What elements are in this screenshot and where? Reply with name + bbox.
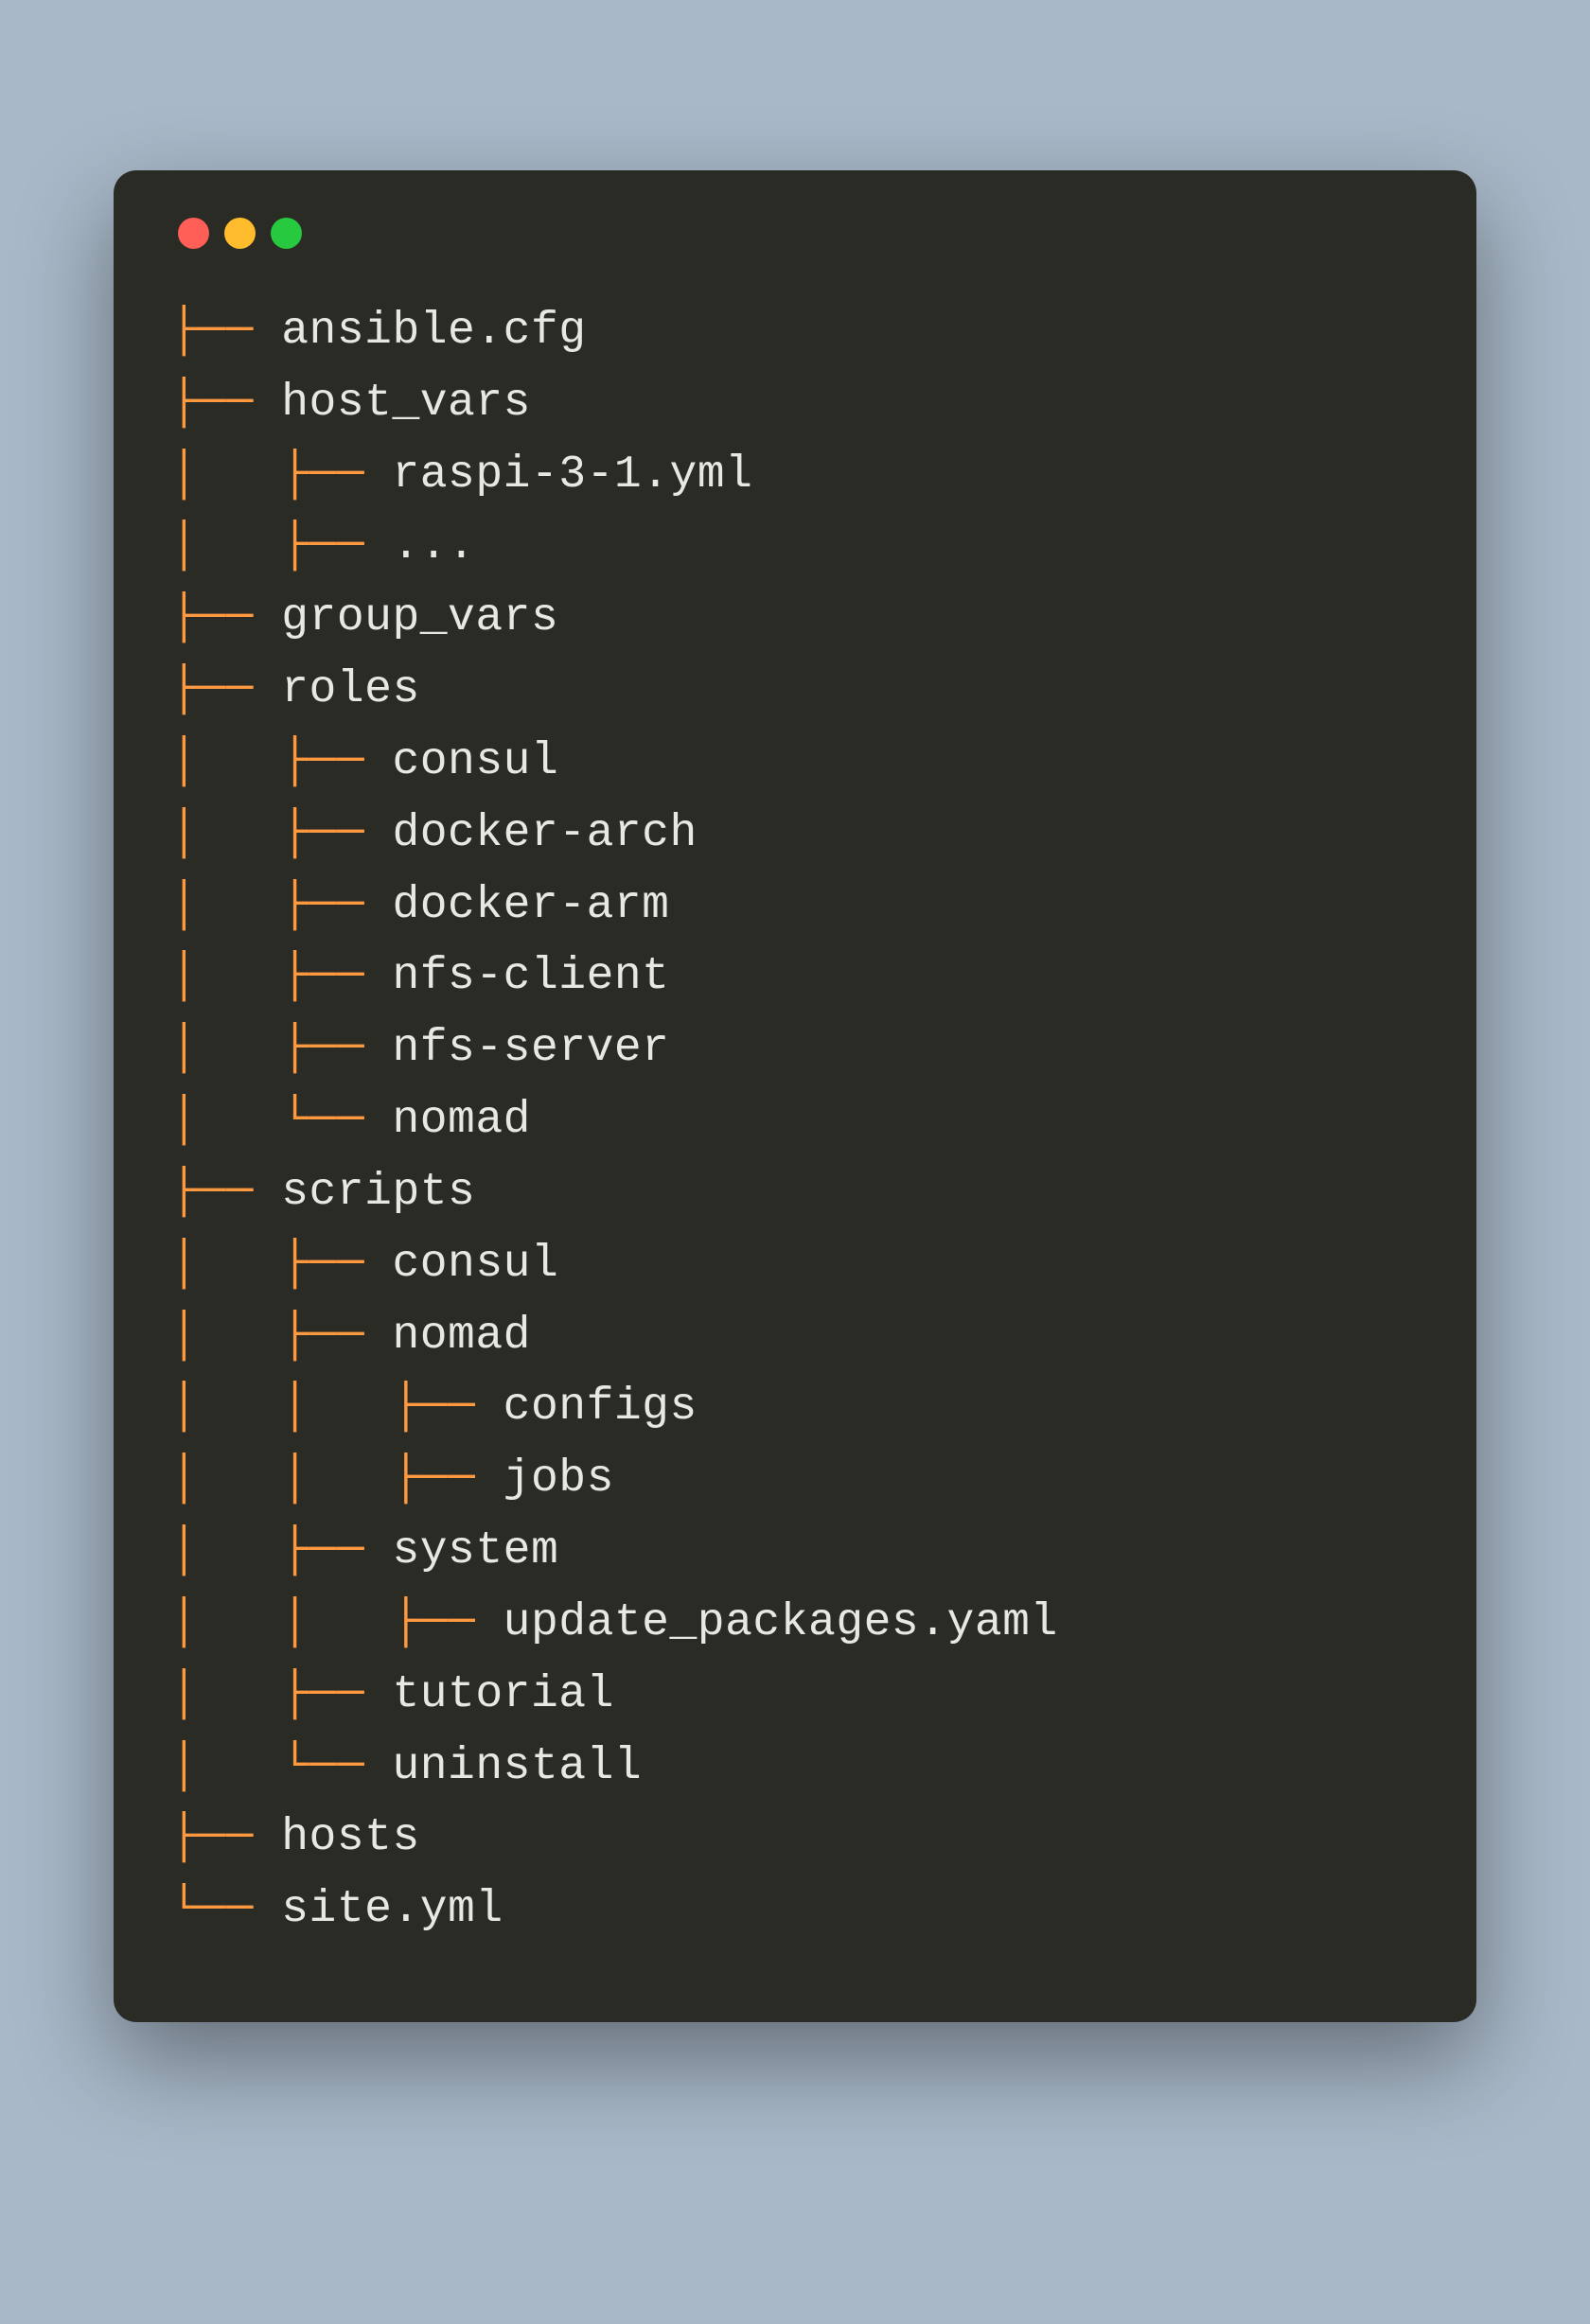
tree-row: │ └── uninstall bbox=[170, 1732, 1420, 1804]
tree-branch-prefix: └── bbox=[170, 1884, 281, 1935]
tree-row: ├── roles bbox=[170, 655, 1420, 727]
tree-item-name: consul bbox=[392, 1239, 558, 1290]
tree-row: │ │ ├── jobs bbox=[170, 1444, 1420, 1516]
tree-branch-prefix: │ ├── bbox=[170, 1311, 392, 1362]
tree-item-name: group_vars bbox=[281, 592, 558, 643]
tree-item-name: ansible.cfg bbox=[281, 306, 586, 357]
tree-item-name: jobs bbox=[504, 1453, 614, 1505]
tree-item-name: nfs-server bbox=[392, 1023, 669, 1074]
tree-branch-prefix: │ └── bbox=[170, 1741, 392, 1792]
tree-branch-prefix: │ ├── bbox=[170, 808, 392, 859]
tree-item-name: scripts bbox=[281, 1167, 475, 1218]
tree-item-name: docker-arm bbox=[392, 880, 669, 931]
tree-row: │ │ ├── configs bbox=[170, 1372, 1420, 1444]
tree-row: │ ├── consul bbox=[170, 727, 1420, 799]
tree-branch-prefix: │ ├── bbox=[170, 951, 392, 1002]
tree-branch-prefix: │ ├── bbox=[170, 1239, 392, 1290]
tree-row: ├── host_vars bbox=[170, 368, 1420, 440]
tree-row: │ │ ├── update_packages.yaml bbox=[170, 1588, 1420, 1660]
maximize-icon[interactable] bbox=[271, 218, 302, 249]
tree-branch-prefix: │ ├── bbox=[170, 736, 392, 787]
tree-branch-prefix: │ │ ├── bbox=[170, 1597, 504, 1648]
tree-row: │ ├── raspi-3-1.yml bbox=[170, 440, 1420, 512]
tree-row: │ ├── consul bbox=[170, 1229, 1420, 1301]
tree-item-name: docker-arch bbox=[392, 808, 697, 859]
tree-row: ├── scripts bbox=[170, 1157, 1420, 1229]
tree-branch-prefix: │ ├── bbox=[170, 1525, 392, 1576]
tree-item-name: ... bbox=[392, 520, 475, 572]
tree-branch-prefix: │ ├── bbox=[170, 449, 392, 501]
window-titlebar bbox=[170, 218, 1420, 249]
tree-item-name: raspi-3-1.yml bbox=[392, 449, 752, 501]
tree-branch-prefix: ├── bbox=[170, 592, 281, 643]
tree-row: │ └── nomad bbox=[170, 1085, 1420, 1157]
tree-branch-prefix: ├── bbox=[170, 1167, 281, 1218]
tree-item-name: hosts bbox=[281, 1812, 420, 1863]
tree-row: └── site.yml bbox=[170, 1875, 1420, 1946]
tree-item-name: nfs-client bbox=[392, 951, 669, 1002]
tree-row: ├── ansible.cfg bbox=[170, 296, 1420, 368]
tree-item-name: nomad bbox=[392, 1095, 531, 1146]
tree-branch-prefix: ├── bbox=[170, 664, 281, 715]
terminal-output: ├── ansible.cfg├── host_vars│ ├── raspi-… bbox=[170, 296, 1420, 1946]
terminal-window: ├── ansible.cfg├── host_vars│ ├── raspi-… bbox=[114, 170, 1476, 2022]
close-icon[interactable] bbox=[178, 218, 209, 249]
tree-row: │ ├── tutorial bbox=[170, 1660, 1420, 1732]
tree-item-name: configs bbox=[504, 1382, 698, 1433]
tree-branch-prefix: │ │ ├── bbox=[170, 1382, 504, 1433]
tree-row: │ ├── system bbox=[170, 1516, 1420, 1588]
tree-branch-prefix: │ ├── bbox=[170, 880, 392, 931]
tree-row: │ ├── docker-arm bbox=[170, 871, 1420, 942]
tree-branch-prefix: ├── bbox=[170, 378, 281, 429]
tree-row: │ ├── nfs-server bbox=[170, 1013, 1420, 1085]
tree-branch-prefix: ├── bbox=[170, 306, 281, 357]
minimize-icon[interactable] bbox=[224, 218, 256, 249]
tree-row: │ ├── nfs-client bbox=[170, 942, 1420, 1013]
tree-branch-prefix: ├── bbox=[170, 1812, 281, 1863]
tree-item-name: consul bbox=[392, 736, 558, 787]
tree-branch-prefix: │ └── bbox=[170, 1095, 392, 1146]
tree-item-name: tutorial bbox=[392, 1669, 613, 1720]
tree-branch-prefix: │ ├── bbox=[170, 1023, 392, 1074]
tree-item-name: site.yml bbox=[281, 1884, 503, 1935]
tree-row: ├── hosts bbox=[170, 1803, 1420, 1875]
tree-item-name: host_vars bbox=[281, 378, 531, 429]
tree-branch-prefix: │ │ ├── bbox=[170, 1453, 504, 1505]
tree-row: │ ├── nomad bbox=[170, 1301, 1420, 1373]
tree-item-name: system bbox=[392, 1525, 558, 1576]
tree-item-name: update_packages.yaml bbox=[504, 1597, 1058, 1648]
tree-item-name: roles bbox=[281, 664, 420, 715]
tree-branch-prefix: │ ├── bbox=[170, 1669, 392, 1720]
tree-row: ├── group_vars bbox=[170, 583, 1420, 655]
tree-row: │ ├── docker-arch bbox=[170, 799, 1420, 871]
tree-branch-prefix: │ ├── bbox=[170, 520, 392, 572]
tree-row: │ ├── ... bbox=[170, 511, 1420, 583]
tree-item-name: nomad bbox=[392, 1311, 531, 1362]
tree-item-name: uninstall bbox=[392, 1741, 642, 1792]
